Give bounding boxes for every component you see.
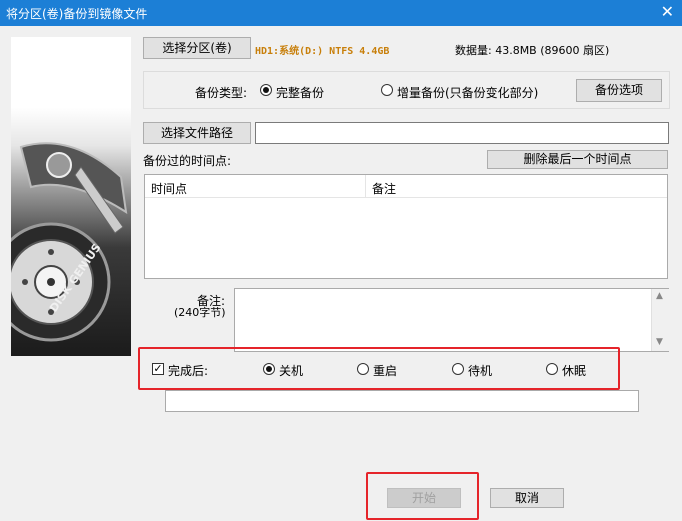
column-divider [365,175,366,197]
timepoints-table[interactable]: 时间点 备注 [144,174,668,279]
hibernate-radio[interactable] [546,363,558,375]
timepoints-label: 备份过的时间点: [143,154,232,168]
cancel-button[interactable]: 取消 [490,488,564,508]
standby-label: 待机 [468,364,493,378]
hard-disk-icon [11,142,128,342]
scroll-up-icon[interactable]: ▲ [656,291,663,301]
shutdown-radio[interactable] [263,363,275,375]
hibernate-label: 休眠 [562,364,587,378]
note-scrollbar[interactable]: ▲ ▼ [651,289,669,351]
title-bar: 将分区(卷)备份到镜像文件 ✕ [0,0,682,26]
file-path-input[interactable] [255,122,669,144]
progress-field [165,390,639,412]
after-complete-checkbox[interactable]: ✓ [152,363,164,375]
restart-label: 重启 [373,364,398,378]
incremental-backup-label: 增量备份(只备份变化部分) [397,86,539,100]
backup-dialog: 将分区(卷)备份到镜像文件 ✕ DISK GENIUS 选择分区(卷) HD1:… [0,0,682,521]
column-header-note[interactable]: 备注 [372,180,396,197]
data-size-label: 数据量: 43.8MB (89600 扇区) [455,44,610,57]
partition-info: HD1:系统(D:) NTFS 4.4GB [255,46,390,57]
backup-type-label: 备份类型: [195,86,248,100]
note-textarea[interactable] [234,288,669,352]
start-button[interactable]: 开始 [387,488,461,508]
full-backup-radio[interactable] [260,84,272,96]
shutdown-label: 关机 [279,364,304,378]
scroll-down-icon[interactable]: ▼ [656,337,663,347]
standby-radio[interactable] [452,363,464,375]
full-backup-label: 完整备份 [276,86,325,100]
note-size-label: (240字节) [174,306,226,319]
restart-radio[interactable] [357,363,369,375]
backup-options-button[interactable]: 备份选项 [576,79,662,102]
column-header-timepoint[interactable]: 时间点 [151,180,187,197]
disk-genius-banner: DISK GENIUS [11,37,131,356]
incremental-backup-radio[interactable] [381,84,393,96]
after-complete-label: 完成后: [168,364,209,378]
select-file-path-button[interactable]: 选择文件路径 [143,122,251,144]
window-title: 将分区(卷)备份到镜像文件 [6,7,148,21]
select-partition-button[interactable]: 选择分区(卷) [143,37,251,59]
table-header: 时间点 备注 [145,175,667,198]
delete-last-timepoint-button[interactable]: 删除最后一个时间点 [487,150,668,169]
close-icon[interactable]: ✕ [661,3,674,21]
